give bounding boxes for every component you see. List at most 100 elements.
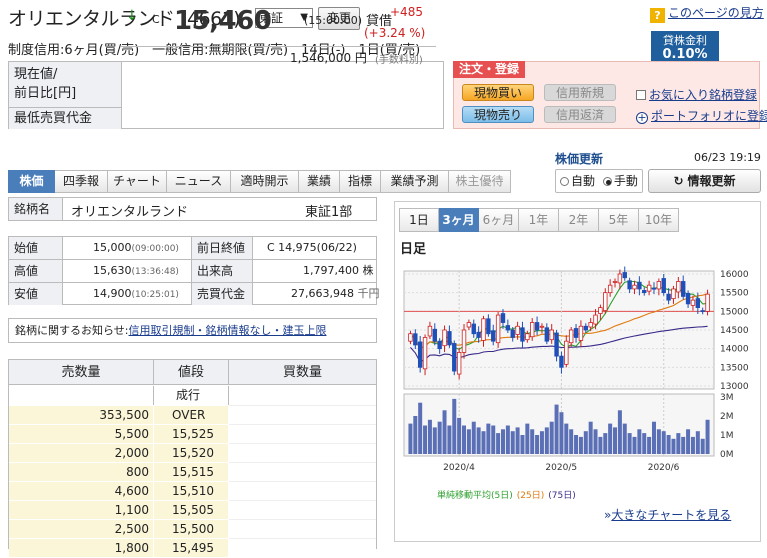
candle-body [427,325,433,337]
candle-body [544,327,550,342]
buy-qty-cell [229,386,376,405]
candle-body [588,322,593,328]
period-tab-1y[interactable]: 1年 [519,208,559,232]
period-tab-10y[interactable]: 10年 [639,208,679,232]
price-cell: 15,515 [154,462,229,481]
volume-bar [627,433,632,454]
volume-bar [496,433,501,454]
y-tick-label: 14000 [720,345,749,355]
cash-buy-label: 現物買い [473,86,522,100]
buy-qty-header: 買数量 [229,360,376,385]
period-tab-1d[interactable]: 1日 [399,208,439,232]
notice-link[interactable]: 信用取引規制・銘柄情報なし・建玉上限 [129,324,327,337]
high-price: 15,630 [93,264,132,277]
volume-bar [705,419,710,454]
manual-radio[interactable]: 手動 [602,174,638,188]
volume-bar [427,419,432,454]
candle-body [442,329,447,347]
volume-bar [418,402,423,454]
volume-bar [564,423,569,454]
price-cell: 15,505 [154,500,229,519]
volume-bar [510,431,515,454]
help-link[interactable]: ? このページの見方 [650,4,764,23]
period-tab-3m[interactable]: 3ヶ月 [439,208,479,232]
candle-body [690,299,696,306]
cash-sell-button[interactable]: 現物売り [462,106,534,123]
tab-stock-price[interactable]: 株価 [8,170,55,193]
price-time: (15:00:00) [304,14,362,27]
low-label: 安値 [9,283,63,305]
candle-body [505,325,511,331]
candle-body [534,322,540,331]
candle-body [413,333,418,346]
tab-chart[interactable]: チャート [108,170,167,193]
volume-bar [515,427,520,454]
candle-body [437,340,442,350]
candle-body [705,293,710,312]
y-tick-label: 15000 [720,307,749,317]
market-order-cell: 成行 [154,386,229,405]
price-cell: 15,495 [154,538,229,557]
big-chart-link-text: 大きなチャートを見る [611,508,732,522]
tab-shareholder-benefits[interactable]: 株主優待 [449,170,511,193]
radio-icon [560,177,569,186]
low-time: (10:25:01) [131,290,179,300]
volume-bar [491,425,496,454]
price-cell: OVER [154,405,229,424]
price-cell: 15,525 [154,424,229,443]
sell-qty-cell: 1,100 [9,500,154,519]
buy-qty-cell [229,519,376,538]
tab-disclosure[interactable]: 適時開示 [231,170,299,193]
candle-body [471,323,476,335]
order-tab: 注文・登録 [453,61,526,78]
candle-body [627,280,632,290]
volume-bar [656,429,661,454]
stock-name: オリエンタルランド [71,205,189,220]
candle-body [554,332,559,357]
period-tab-6m[interactable]: 6ヶ月 [479,208,519,232]
turnover-amount: 27,663,948 [291,287,354,300]
volume-bar [569,429,574,454]
chart-title: 日足 [400,242,427,257]
candle-body [642,290,647,294]
volume-bar [681,436,686,454]
credit-new-button[interactable]: 信用新規 [544,84,616,101]
price-cell: 15,520 [154,443,229,462]
x-tick-label: 2020/4 [443,463,475,473]
candle-body [515,325,520,335]
info-update-button[interactable]: ↻ 情報更新 [648,169,761,193]
big-chart-link[interactable]: »大きなチャートを見る [604,506,731,523]
add-favorite-link[interactable]: お気に入り銘柄登録 [636,86,757,103]
price-change-percent: (+3.24 %) [364,26,426,40]
stock-notice: 銘柄に関するお知らせ:信用取引規制・銘柄情報なし・建玉上限 [8,318,377,343]
candle-body [476,331,481,338]
candle-body [495,314,501,344]
stock-market: 東証1部 [305,205,353,220]
lending-rate-badge[interactable]: 貸株金利 0.10% [651,31,719,64]
cash-buy-button[interactable]: 現物買い [462,84,534,101]
add-portfolio-link[interactable]: + ポートフォリオに登録 [636,107,767,124]
price-label-line1: 現在値/ [14,67,58,82]
sell-qty-cell: 353,500 [9,405,154,424]
help-link-text[interactable]: このページの見方 [668,6,764,20]
candle-body [676,281,681,293]
candle-body [466,322,472,328]
period-tab-2y[interactable]: 2年 [559,208,599,232]
tab-results[interactable]: 業績 [299,170,340,193]
candle-body [510,329,515,338]
tab-indicators[interactable]: 指標 [340,170,381,193]
credit-return-button[interactable]: 信用返済 [544,106,616,123]
period-tab-5y[interactable]: 5年 [599,208,639,232]
divider [121,46,436,47]
volume-bar [525,423,530,454]
tab-news[interactable]: ニュース [167,170,231,193]
candle-body [491,330,496,342]
auto-radio[interactable]: 自動 [560,174,595,188]
sell-qty-cell: 800 [9,462,154,481]
buy-qty-cell [229,462,376,481]
tab-forecast[interactable]: 業績予測 [381,170,449,193]
candle-body [622,272,627,279]
high-label: 高値 [9,260,63,282]
tab-shikiho[interactable]: 四季報 [55,170,108,193]
open-label: 始値 [9,237,63,259]
